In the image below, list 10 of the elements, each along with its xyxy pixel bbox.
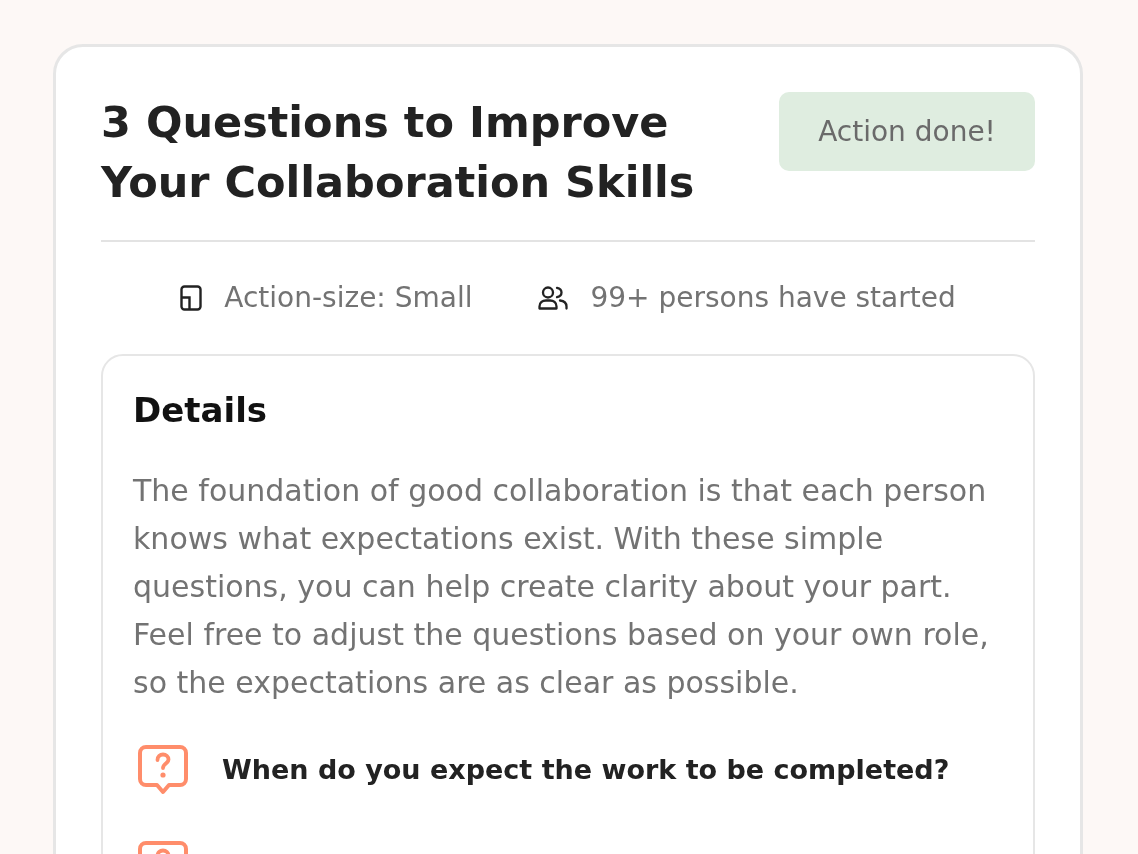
meta-text: 99+ persons have started <box>590 280 956 316</box>
question-text: When do you expect the work to be completed? <box>222 753 950 787</box>
size-icon <box>180 285 203 311</box>
people-icon <box>538 286 569 310</box>
action-done-button[interactable]: Action done! <box>779 92 1035 171</box>
question-bubble-icon <box>138 745 188 795</box>
action-title: 3 Questions to Improve Your Collaboration Skills <box>101 96 696 209</box>
details-heading: Details <box>133 389 269 432</box>
meta-text: Action-size: Small <box>224 280 473 316</box>
details-description: The foundation of good collaboration is that each person knows what expectations exist. With these simple questions, you can help create clarity about your part. Feel free to adjust the questions based on your own role, so the expectations are as clear as possible. <box>133 472 990 702</box>
